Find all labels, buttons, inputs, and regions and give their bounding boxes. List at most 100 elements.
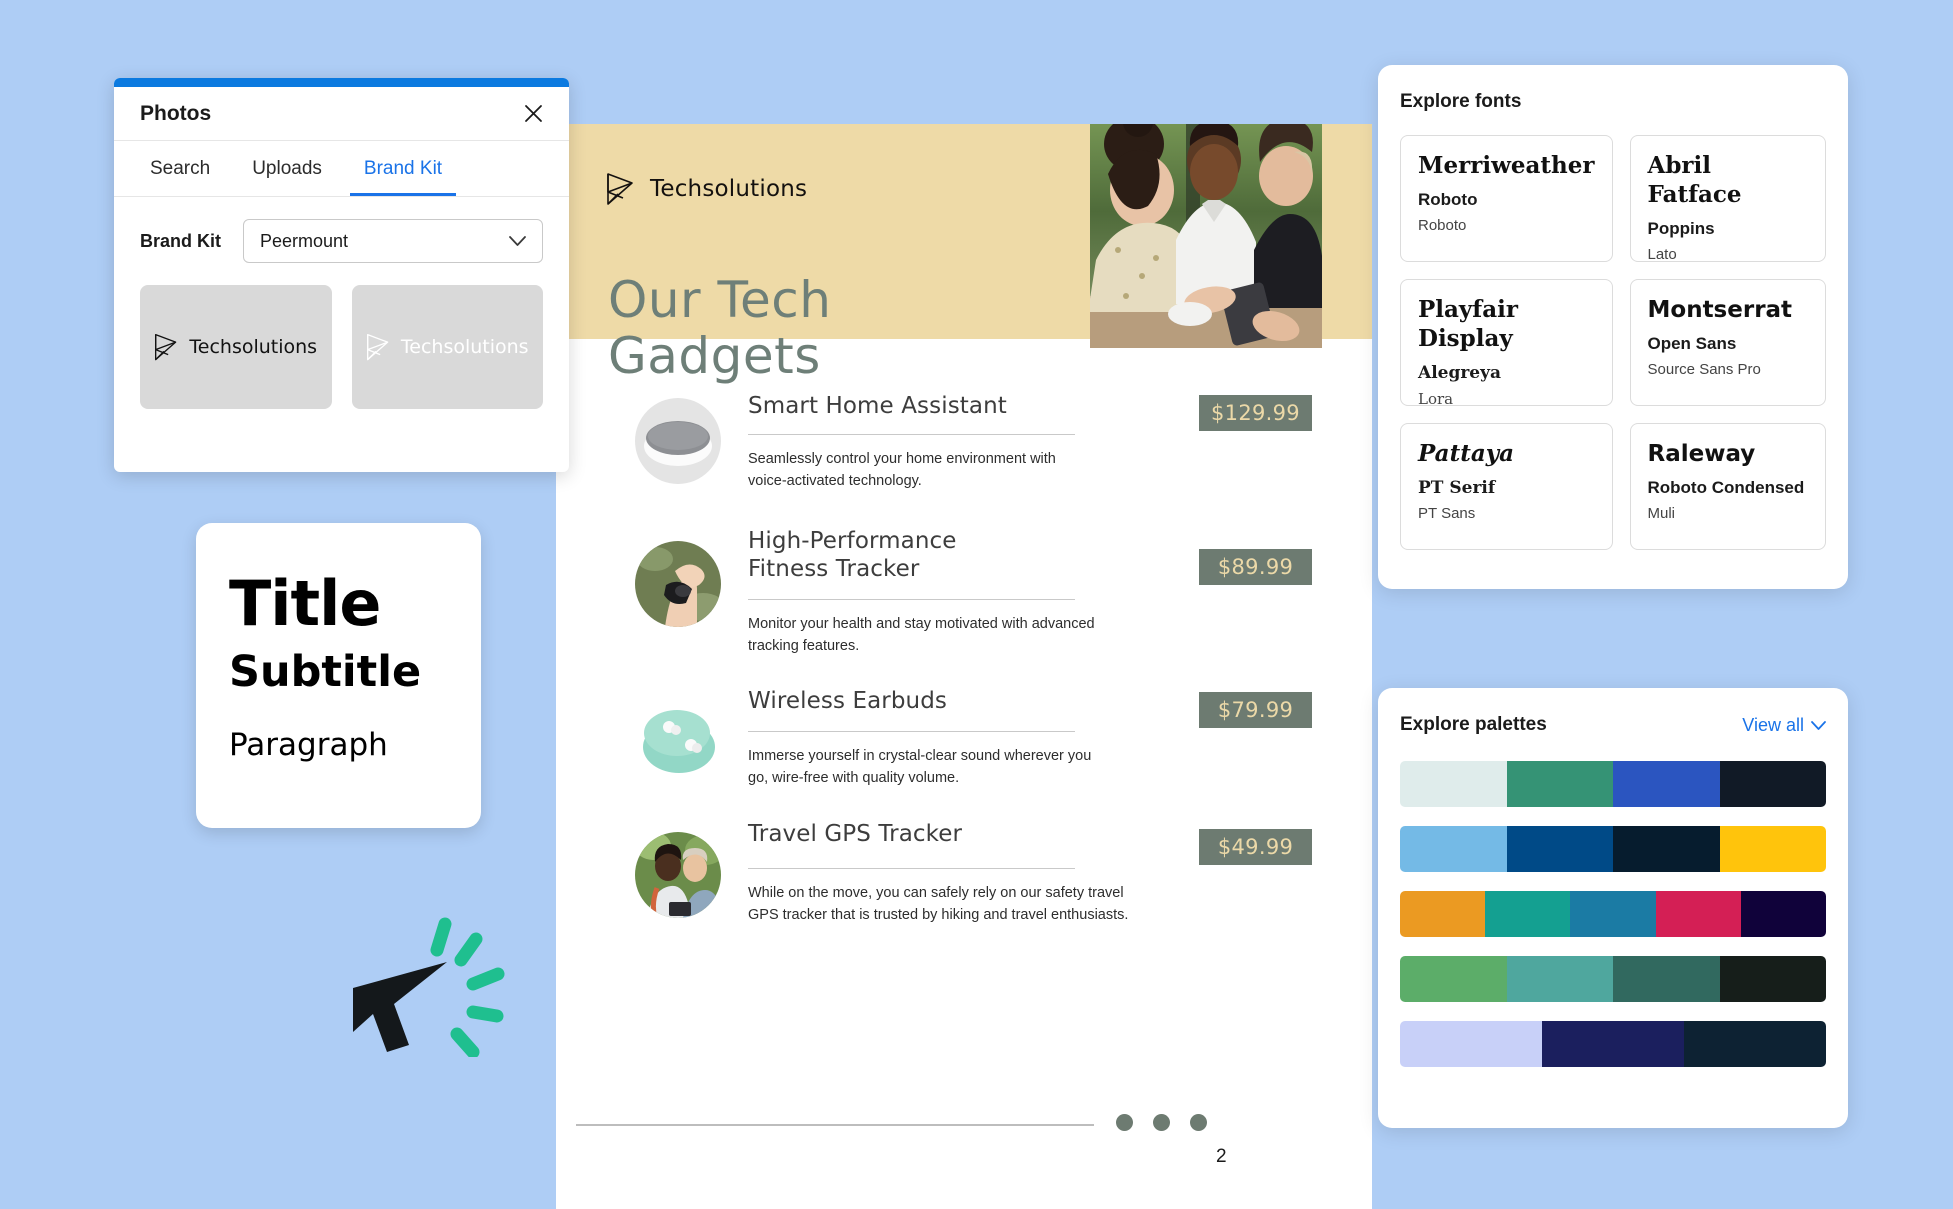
type-title-sample: Title — [229, 567, 381, 640]
palette-row[interactable] — [1400, 956, 1826, 1002]
panel-accent-bar — [114, 78, 569, 87]
palette-swatch[interactable] — [1655, 891, 1741, 937]
font-primary-name: Pattaya — [1418, 440, 1514, 467]
tab-uploads[interactable]: Uploads — [238, 141, 336, 196]
product-price-tag: $79.99 — [1199, 692, 1312, 728]
product-row[interactable]: Travel GPS Tracker $49.99 While on the m… — [556, 820, 1372, 960]
typography-card[interactable]: Title Subtitle Paragraph — [196, 523, 481, 828]
brand-kit-label: Brand Kit — [140, 230, 221, 251]
carousel-dot[interactable] — [1153, 1114, 1170, 1131]
techsolutions-logo-icon — [154, 333, 179, 361]
palette-row[interactable] — [1400, 826, 1826, 872]
font-pair-card[interactable]: Pattaya PT Serif PT Sans — [1400, 423, 1613, 550]
palette-swatch[interactable] — [1570, 891, 1656, 937]
tab-brand-kit[interactable]: Brand Kit — [349, 141, 457, 196]
palette-swatch[interactable] — [1719, 761, 1826, 807]
palette-swatch[interactable] — [1400, 956, 1507, 1002]
chevron-down-icon — [509, 231, 526, 252]
palette-row[interactable] — [1400, 761, 1826, 807]
font-primary-name: Abril Fatface — [1647, 152, 1742, 208]
product-row[interactable]: High-Performance Fitness Tracker $89.99 … — [556, 527, 1372, 687]
font-secondary-name: Roboto — [1418, 189, 1478, 209]
palette-swatch[interactable] — [1613, 956, 1720, 1002]
brand-kit-select[interactable]: Peermount — [243, 219, 543, 263]
font-tertiary-name: Roboto — [1418, 216, 1467, 234]
close-icon[interactable] — [519, 100, 547, 128]
font-pair-card[interactable]: Merriweather Roboto Roboto — [1400, 135, 1613, 262]
font-tertiary-name: PT Sans — [1418, 504, 1476, 522]
font-pair-card[interactable]: Raleway Roboto Condensed Muli — [1629, 423, 1826, 550]
palette-swatch[interactable] — [1485, 891, 1571, 937]
font-primary-name: Montserrat — [1647, 297, 1793, 323]
hero-image — [1090, 124, 1322, 348]
product-description: Monitor your health and stay motivated w… — [748, 616, 1095, 655]
palette-swatch[interactable] — [1506, 826, 1613, 872]
view-all-button[interactable]: View all — [1742, 715, 1826, 736]
footer-divider — [576, 1124, 1094, 1126]
brand-logo-tile-label: Techsolutions — [400, 336, 529, 358]
document-title: Our Tech Gadgets — [608, 271, 832, 385]
font-pair-card[interactable]: Montserrat Open Sans Source Sans Pro — [1629, 279, 1826, 406]
product-price-tag: $89.99 — [1199, 549, 1312, 585]
explore-palettes-title: Explore palettes — [1400, 714, 1547, 735]
font-tertiary-name: Lato — [1647, 245, 1677, 263]
palette-swatch[interactable] — [1400, 761, 1507, 807]
palette-swatch[interactable] — [1400, 1021, 1542, 1067]
palette-swatch[interactable] — [1719, 826, 1826, 872]
product-thumbnail — [635, 398, 721, 484]
font-tertiary-name: Muli — [1647, 504, 1676, 522]
palette-swatch[interactable] — [1541, 1021, 1684, 1067]
font-pair-card[interactable]: Abril Fatface Poppins Lato — [1629, 135, 1826, 263]
product-divider — [748, 868, 1075, 869]
palette-swatch[interactable] — [1506, 761, 1613, 807]
explore-fonts-panel[interactable]: Explore fonts Merriweather Roboto Roboto… — [1378, 65, 1848, 589]
palette-row[interactable] — [1400, 891, 1826, 937]
font-pair-grid[interactable]: Merriweather Roboto Roboto Abril Fatface… — [1400, 135, 1826, 550]
brand-name-label: Techsolutions — [650, 176, 808, 202]
product-text: Travel GPS Tracker — [748, 820, 1138, 848]
brand-logo-tiles[interactable]: Techsolutions Techsolutions — [114, 263, 569, 409]
font-secondary-name: Roboto Condensed — [1647, 477, 1805, 497]
tab-search[interactable]: Search — [136, 141, 224, 196]
product-row[interactable]: Smart Home Assistant $129.99 Seamlessly … — [556, 392, 1372, 527]
techsolutions-logo-icon — [366, 333, 391, 361]
palette-swatch[interactable] — [1613, 826, 1720, 872]
design-canvas[interactable]: Techsolutions Our Tech Gadgets Smart Hom… — [556, 124, 1372, 1209]
view-all-label: View all — [1742, 714, 1804, 735]
font-primary-name: Raleway — [1647, 441, 1756, 467]
product-text: Wireless Earbuds — [748, 687, 1138, 715]
palette-swatch[interactable] — [1613, 761, 1720, 807]
explore-fonts-title: Explore fonts — [1400, 91, 1522, 112]
font-primary-name: Merriweather — [1418, 152, 1595, 179]
techsolutions-logo-icon — [606, 172, 636, 206]
carousel-dot[interactable] — [1190, 1114, 1207, 1131]
font-pair-card[interactable]: Playfair Display Alegreya Lora — [1400, 279, 1613, 408]
font-tertiary-name: Source Sans Pro — [1647, 360, 1761, 378]
photos-panel-header: Photos — [114, 87, 569, 141]
palette-swatch[interactable] — [1506, 956, 1613, 1002]
product-list: Smart Home Assistant $129.99 Seamlessly … — [556, 392, 1372, 960]
carousel-dots[interactable] — [1116, 1114, 1207, 1131]
screen-root: Techsolutions Our Tech Gadgets Smart Hom… — [0, 0, 1953, 1209]
product-name: Smart Home Assistant — [748, 393, 1007, 419]
product-row[interactable]: Wireless Earbuds $79.99 Immerse yourself… — [556, 687, 1372, 820]
brand-kit-select-value: Peermount — [260, 230, 349, 251]
product-thumbnail — [635, 541, 721, 627]
photos-panel-tabs[interactable]: Search Uploads Brand Kit — [114, 141, 569, 197]
palette-swatch[interactable] — [1400, 891, 1486, 937]
product-description: Seamlessly control your home environment… — [748, 451, 1056, 490]
palette-swatch[interactable] — [1683, 1021, 1826, 1067]
product-thumbnail — [635, 832, 721, 918]
explore-palettes-panel[interactable]: Explore palettes View all — [1378, 688, 1848, 1128]
product-price-tag: $129.99 — [1199, 395, 1312, 431]
brand-logo-tile-light[interactable]: Techsolutions — [351, 285, 543, 409]
cursor-click-icon — [345, 912, 505, 1059]
palette-swatch[interactable] — [1400, 826, 1507, 872]
photos-panel[interactable]: Photos Search Uploads Brand Kit Brand Ki… — [114, 78, 569, 472]
palette-list[interactable] — [1400, 761, 1826, 1067]
palette-swatch[interactable] — [1719, 956, 1826, 1002]
carousel-dot[interactable] — [1116, 1114, 1133, 1131]
brand-logo-tile-dark[interactable]: Techsolutions — [140, 285, 332, 409]
palette-swatch[interactable] — [1740, 891, 1826, 937]
palette-row[interactable] — [1400, 1021, 1826, 1067]
